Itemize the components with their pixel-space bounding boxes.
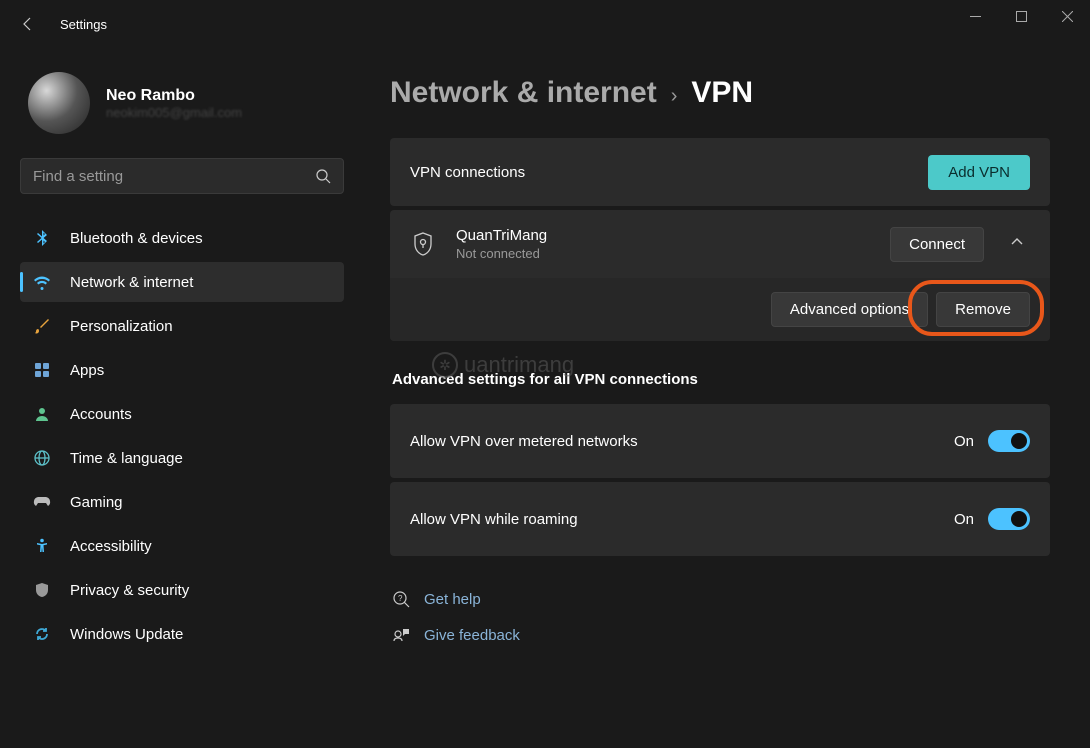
search-box[interactable] [20, 158, 344, 194]
vpn-connections-label: VPN connections [410, 164, 928, 181]
apps-icon [32, 360, 52, 380]
close-icon [1062, 11, 1073, 22]
connect-button[interactable]: Connect [890, 227, 984, 262]
advanced-settings-heading: Advanced settings for all VPN connection… [392, 371, 1050, 388]
wifi-icon [32, 272, 52, 292]
add-vpn-button[interactable]: Add VPN [928, 155, 1030, 190]
maximize-icon [1016, 11, 1027, 22]
shield-icon [32, 580, 52, 600]
sidebar-item-label: Apps [70, 362, 104, 379]
chevron-up-icon[interactable] [1004, 229, 1030, 260]
sidebar-item-label: Personalization [70, 318, 173, 335]
toggle-row: Allow VPN over metered networks On [390, 404, 1050, 478]
sidebar-item-label: Gaming [70, 494, 123, 511]
give-feedback-label: Give feedback [424, 627, 520, 644]
person-icon [32, 404, 52, 424]
profile-name: Neo Rambo [106, 87, 242, 105]
breadcrumb-current: VPN [691, 76, 753, 110]
search-input[interactable] [33, 168, 315, 185]
sidebar-item-update[interactable]: Windows Update [20, 614, 344, 654]
get-help-link[interactable]: ? Get help [390, 584, 1050, 614]
profile-block[interactable]: Neo Rambo neokim005@gmail.com [28, 72, 344, 134]
toggle-label: Allow VPN while roaming [410, 511, 954, 528]
sidebar-item-label: Privacy & security [70, 582, 189, 599]
sidebar-item-label: Time & language [70, 450, 183, 467]
sidebar-item-label: Network & internet [70, 274, 193, 291]
profile-email: neokim005@gmail.com [106, 105, 242, 120]
breadcrumb: Network & internet › VPN [390, 76, 1050, 110]
shield-icon [410, 229, 436, 259]
help-icon: ? [392, 590, 410, 608]
minimize-button[interactable] [952, 0, 998, 32]
sidebar-item-wifi[interactable]: Network & internet [20, 262, 344, 302]
accessibility-icon [32, 536, 52, 556]
sidebar-item-accessibility[interactable]: Accessibility [20, 526, 344, 566]
arrow-left-icon [20, 16, 36, 32]
avatar [28, 72, 90, 134]
globe-icon [32, 448, 52, 468]
remove-button[interactable]: Remove [936, 292, 1030, 327]
sidebar-item-brush[interactable]: Personalization [20, 306, 344, 346]
sidebar-item-bluetooth[interactable]: Bluetooth & devices [20, 218, 344, 258]
sidebar-item-apps[interactable]: Apps [20, 350, 344, 390]
sidebar-item-label: Accessibility [70, 538, 152, 555]
close-button[interactable] [1044, 0, 1090, 32]
toggle-label: Allow VPN over metered networks [410, 433, 954, 450]
toggle-switch[interactable] [988, 508, 1030, 530]
vpn-connection-name: QuanTriMang [456, 227, 890, 244]
toggle-state: On [954, 433, 974, 450]
sidebar-item-label: Windows Update [70, 626, 183, 643]
maximize-button[interactable] [998, 0, 1044, 32]
sidebar-item-shield[interactable]: Privacy & security [20, 570, 344, 610]
sidebar-item-person[interactable]: Accounts [20, 394, 344, 434]
get-help-label: Get help [424, 591, 481, 608]
toggle-state: On [954, 511, 974, 528]
toggle-row: Allow VPN while roaming On [390, 482, 1050, 556]
vpn-connection-row[interactable]: QuanTriMang Not connected Connect [390, 210, 1050, 278]
sidebar-item-label: Accounts [70, 406, 132, 423]
app-title: Settings [60, 17, 107, 32]
vpn-connection-status: Not connected [456, 246, 890, 261]
back-button[interactable] [8, 4, 48, 44]
gamepad-icon [32, 492, 52, 512]
toggle-switch[interactable] [988, 430, 1030, 452]
chevron-right-icon: › [671, 85, 678, 108]
give-feedback-link[interactable]: Give feedback [390, 620, 1050, 650]
update-icon [32, 624, 52, 644]
advanced-options-button[interactable]: Advanced options [771, 292, 928, 327]
feedback-icon [392, 626, 410, 644]
sidebar-item-label: Bluetooth & devices [70, 230, 203, 247]
vpn-connections-header: VPN connections Add VPN [390, 138, 1050, 206]
svg-text:?: ? [398, 594, 403, 603]
brush-icon [32, 316, 52, 336]
sidebar-item-globe[interactable]: Time & language [20, 438, 344, 478]
bluetooth-icon [32, 228, 52, 248]
minimize-icon [970, 11, 981, 22]
search-icon [315, 168, 331, 184]
breadcrumb-parent[interactable]: Network & internet [390, 76, 657, 110]
vpn-expanded-actions: Advanced options Remove [390, 278, 1050, 341]
sidebar-item-gamepad[interactable]: Gaming [20, 482, 344, 522]
